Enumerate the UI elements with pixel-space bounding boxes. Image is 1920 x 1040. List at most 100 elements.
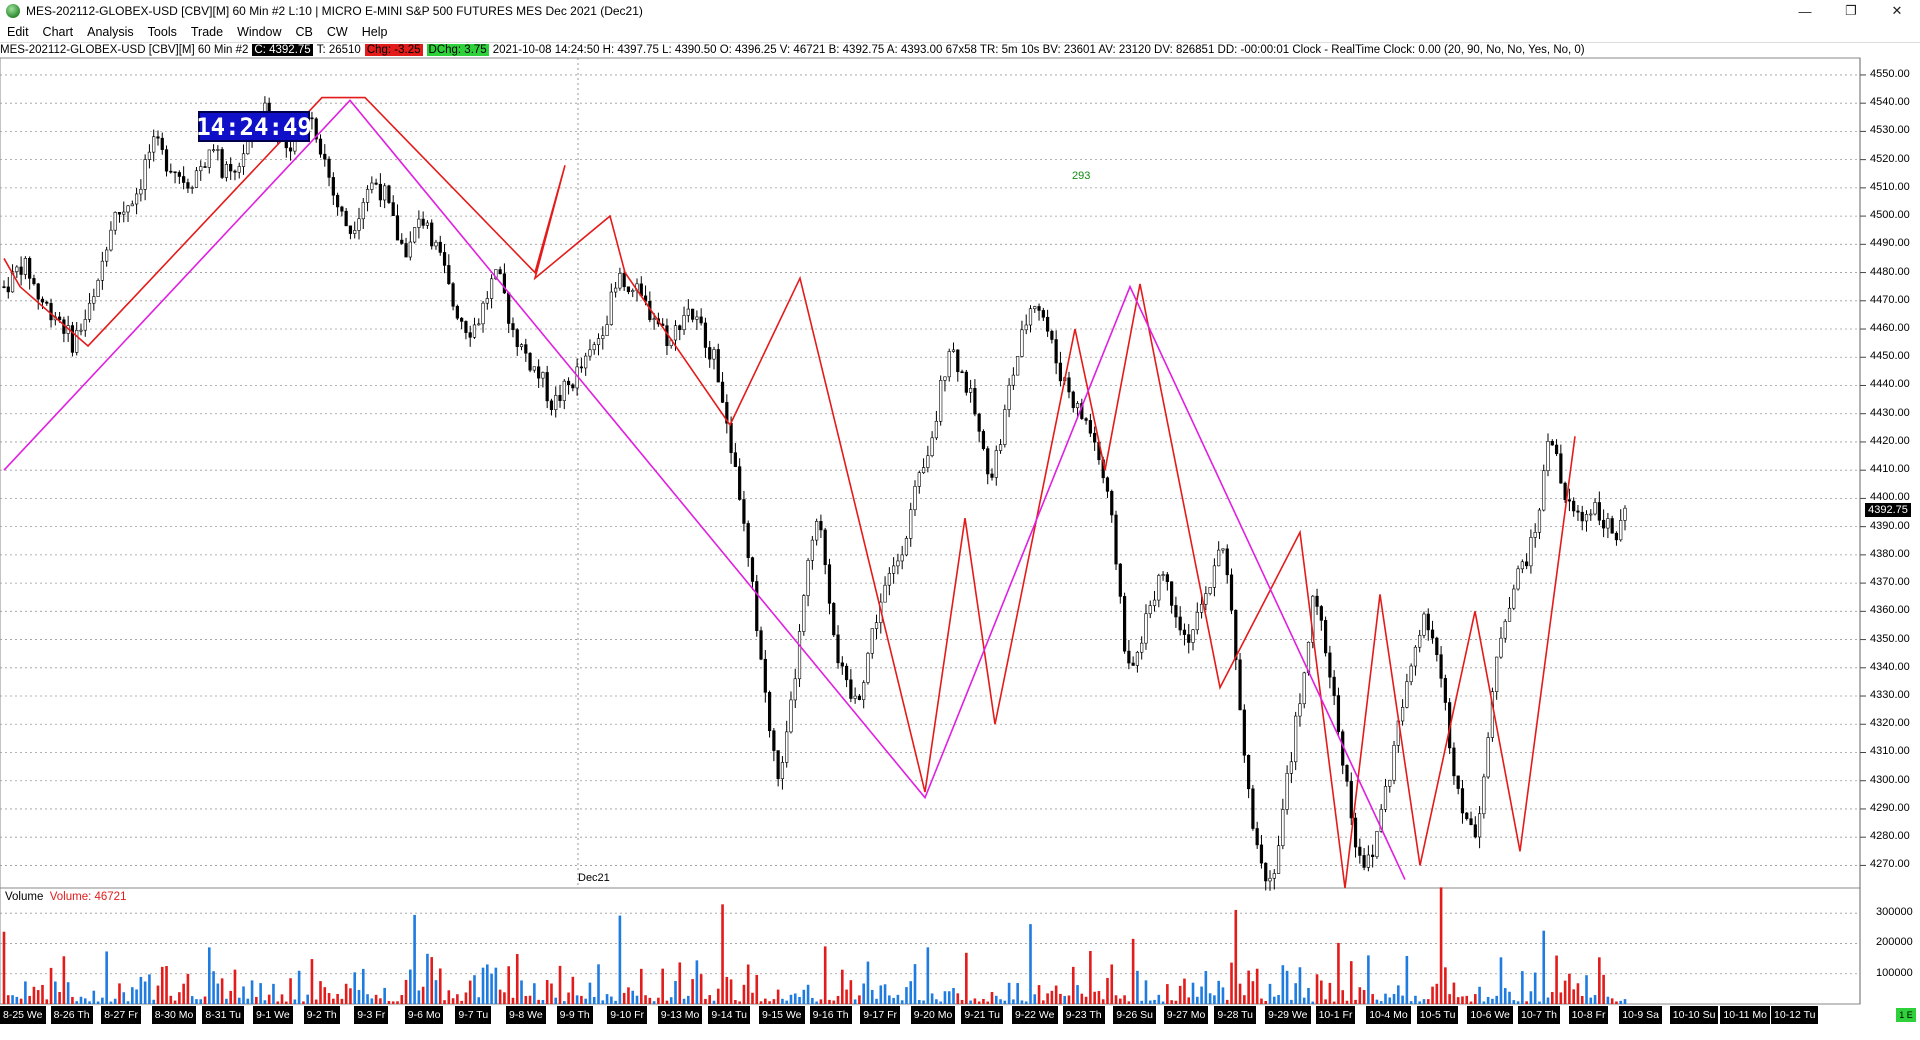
volume-bar <box>1119 998 1122 1004</box>
candle-body <box>716 349 720 383</box>
volume-bar <box>1461 996 1464 1004</box>
date-tick-label: 9-6 Mo <box>404 1006 444 1024</box>
volume-bar <box>250 980 254 1004</box>
candle-body <box>1353 817 1358 848</box>
price-tick-label: 4540.00 <box>1870 96 1910 109</box>
volume-bar <box>1174 1000 1178 1004</box>
candle-body <box>1332 676 1336 696</box>
price-tick-label: 4410.00 <box>1870 463 1910 476</box>
candle-body <box>199 166 203 172</box>
volume-bar <box>413 914 416 1004</box>
volume-bar <box>1067 995 1071 1004</box>
date-tick-label: 10-8 Fr <box>1568 1006 1609 1024</box>
volume-bar <box>306 994 309 1004</box>
volume-tick-label: 200000 <box>1876 936 1913 949</box>
candle-body <box>87 302 92 320</box>
volume-bar <box>755 974 759 1004</box>
candle-body <box>605 324 609 336</box>
price-tick-label: 4310.00 <box>1870 745 1910 758</box>
volume-bar <box>207 947 211 1004</box>
volume-bar <box>1401 995 1404 1004</box>
volume-bar <box>212 971 215 1004</box>
candle-body <box>336 194 340 208</box>
volume-bar <box>327 993 331 1004</box>
candle-body <box>468 332 472 338</box>
candle-body <box>1366 854 1370 868</box>
candle-body <box>614 287 618 293</box>
volume-bar <box>819 999 823 1004</box>
price-tick-label: 4290.00 <box>1870 801 1910 814</box>
volume-bar <box>960 999 964 1004</box>
candle-body <box>1418 634 1422 648</box>
volume-bar <box>554 997 558 1004</box>
candle-body <box>1088 420 1092 434</box>
volume-bar <box>832 1000 836 1004</box>
volume-bar <box>49 967 53 1004</box>
candle-body <box>1430 629 1435 639</box>
candle-body <box>969 388 973 393</box>
volume-bar <box>1157 994 1161 1004</box>
candle-body <box>442 252 447 266</box>
volume-bar <box>195 999 198 1004</box>
candle-body <box>1157 575 1161 601</box>
volume-bar <box>1144 980 1148 1004</box>
candle-body <box>755 581 759 631</box>
volume-bar <box>1388 997 1392 1004</box>
price-chart[interactable] <box>0 0 1920 1040</box>
volume-bar <box>1200 986 1203 1004</box>
candle-body <box>1550 440 1554 446</box>
candle-body <box>772 730 776 751</box>
candle-body <box>113 212 117 231</box>
date-tick-label: 9-17 Fr <box>860 1006 901 1024</box>
volume-bar <box>344 983 348 1004</box>
volume-bar <box>1255 968 1259 1004</box>
volume-bar <box>875 998 878 1004</box>
candle-body <box>720 381 725 403</box>
candle-body <box>237 166 241 173</box>
candle-body <box>1383 786 1388 810</box>
candle-body <box>417 218 421 228</box>
volume-bar <box>220 978 224 1004</box>
volume-bar <box>173 1000 177 1004</box>
volume-bar <box>1281 965 1285 1004</box>
volume-bar <box>79 996 83 1004</box>
candle-body <box>1105 477 1110 492</box>
candle-body <box>1584 514 1589 522</box>
candle-body <box>1251 788 1255 829</box>
candle-body <box>2 286 6 288</box>
candle-body <box>1486 737 1490 778</box>
candle-body <box>729 422 733 453</box>
price-tick-label: 4270.00 <box>1870 858 1910 871</box>
date-tick-label: 10-6 We <box>1467 1006 1513 1024</box>
volume-bar <box>374 994 378 1004</box>
candle-body <box>780 762 785 780</box>
volume-bar <box>105 951 108 1004</box>
candle-body <box>143 159 147 190</box>
price-tick-label: 4440.00 <box>1870 378 1910 391</box>
volume-bar <box>118 983 121 1004</box>
candle-body <box>412 227 417 243</box>
volume-bar <box>896 994 900 1004</box>
date-tick-label: 9-21 Tu <box>961 1006 1003 1024</box>
candle-body <box>1392 745 1396 781</box>
volume-bar <box>533 983 536 1004</box>
volume-bar <box>866 961 870 1004</box>
volume-bar <box>1367 955 1370 1004</box>
volume-bar <box>503 992 506 1004</box>
volume-bar <box>537 999 540 1004</box>
candle-body <box>1242 709 1246 756</box>
candle-body <box>15 266 19 272</box>
candle-body <box>139 188 143 195</box>
volume-bar <box>562 1001 566 1004</box>
volume-bar <box>644 995 647 1004</box>
volume-bar <box>1610 998 1614 1004</box>
volume-bar <box>862 983 865 1004</box>
volume-bar <box>1580 996 1584 1004</box>
volume-bar <box>900 1000 904 1004</box>
candle-body <box>960 371 964 374</box>
candle-body <box>909 509 913 539</box>
candle-body <box>100 260 104 281</box>
candle-body <box>160 137 164 150</box>
volume-bar <box>845 989 848 1004</box>
volume-bar <box>1183 978 1186 1004</box>
